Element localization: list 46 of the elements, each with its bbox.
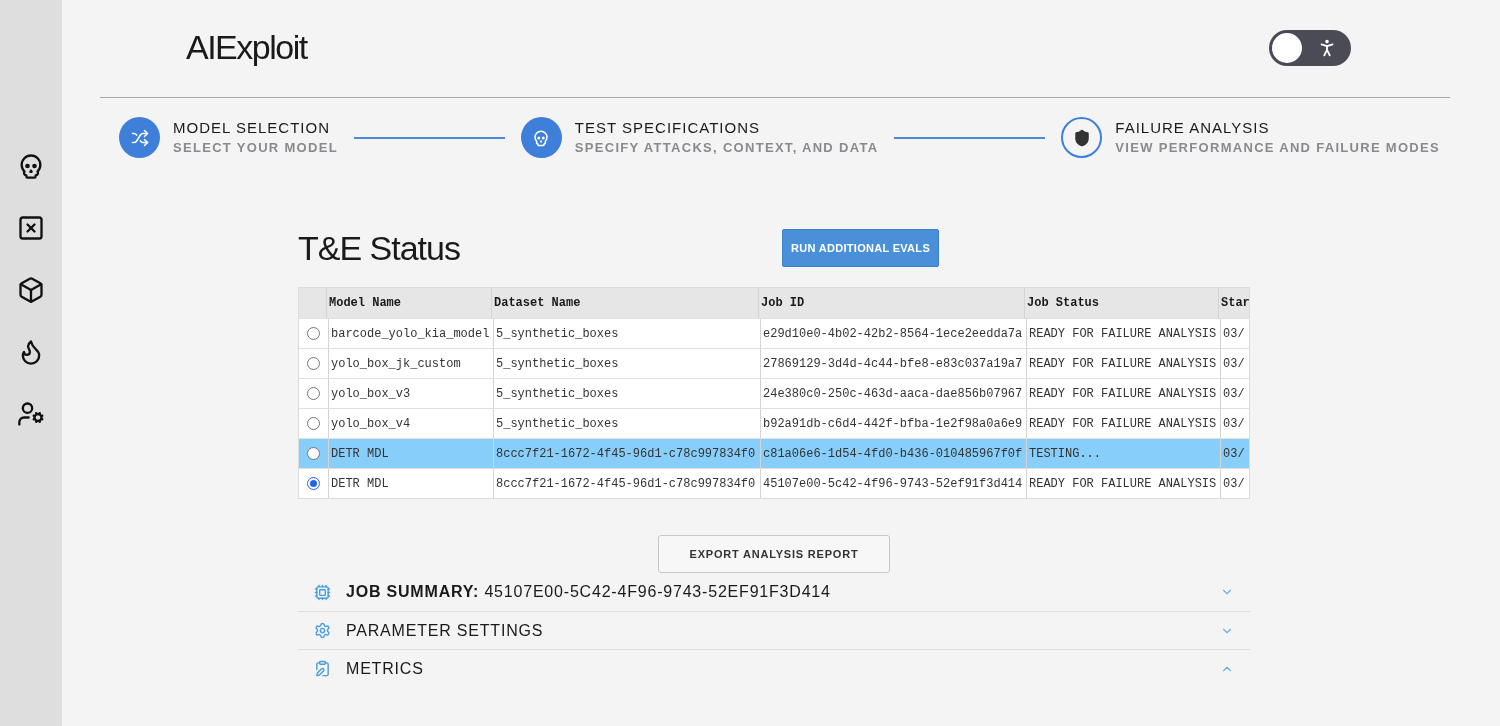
table-row[interactable]: yolo_box_jk_custom 5_synthetic_boxes 27869129-3d4d-4c44-bfe8-e83c037a19a7 READY FOR FAILURE ANALYSIS 03/: [299, 348, 1249, 378]
chip-icon: [314, 583, 331, 601]
skull-icon: [532, 128, 551, 147]
column-header: Star: [1220, 295, 1249, 312]
table-row[interactable]: DETR MDL 8ccc7f21-1672-4f45-96d1-c78c997834f0 c81a06e6-1d54-4fd0-b436-010485967f0f TESTING... 03/: [299, 438, 1249, 468]
radio-button[interactable]: [307, 417, 320, 430]
export-report-button[interactable]: EXPORT ANALYSIS REPORT: [658, 535, 890, 573]
shield-icon: [1072, 128, 1091, 147]
table-cell-text: 03/: [1222, 445, 1246, 463]
mode-toggle[interactable]: [1269, 29, 1351, 66]
step-title: MODEL SELECTION: [173, 117, 331, 138]
table-row[interactable]: yolo_box_v4 5_synthetic_boxes b92a91db-c6d4-442f-bfba-1e2f98a0a6e9 READY FOR FAILURE ANALYSIS 03/: [299, 408, 1249, 438]
table-row[interactable]: yolo_box_v3 5_synthetic_boxes 24e380c0-250c-463d-aaca-dae856b07967 READY FOR FAILURE ANALYSIS 03/: [299, 378, 1249, 408]
radio-button[interactable]: [307, 477, 320, 490]
clipboard-icon: [314, 660, 331, 677]
table-cell: 45107e00-5c42-4f96-9743-52ef91f3d414: [761, 469, 1027, 498]
radio-button[interactable]: [307, 387, 320, 400]
app-logo: AIExploit: [186, 27, 307, 68]
table-row[interactable]: DETR MDL 8ccc7f21-1672-4f45-96d1-c78c997834f0 45107e00-5c42-4f96-9743-52ef91f3d414 READY FOR FAILURE ANALYSIS 03/: [299, 468, 1249, 498]
settings-icon: [314, 622, 331, 639]
accordion-header[interactable]: METRICS: [298, 649, 1250, 687]
step-subtitle: SELECT YOUR MODEL: [173, 138, 338, 157]
step-title: FAILURE ANALYSIS: [1115, 117, 1271, 138]
radio-button[interactable]: [307, 447, 320, 460]
table-cell: READY FOR FAILURE ANALYSIS: [1027, 469, 1221, 498]
table-cell-text: 03/: [1222, 325, 1246, 343]
table-cell-text: 03/: [1222, 415, 1246, 433]
radio-button[interactable]: [307, 357, 320, 370]
step-subtitle: SPECIFY ATTACKS, CONTEXT, AND DATA: [574, 138, 879, 157]
table-cell-text: 03/: [1222, 385, 1246, 403]
cube-icon[interactable]: [17, 276, 45, 304]
user-gear-icon[interactable]: [17, 400, 45, 428]
table-cell: DETR MDL: [329, 469, 494, 498]
table-cell: 8ccc7f21-1672-4f45-96d1-c78c997834f0: [494, 469, 761, 498]
crossing-arrows-icon: [130, 128, 149, 147]
step-subtitle: VIEW PERFORMANCE AND FAILURE MODES: [1115, 138, 1440, 157]
table-row[interactable]: barcode_yolo_kia_model 5_synthetic_boxes e29d10e0-4b02-42b2-8564-1ece2eedda7a READY FOR FAILURE ANALYSIS 03/: [299, 318, 1249, 348]
table-cell-text: 03/: [1222, 475, 1246, 493]
step-title: TEST SPECIFICATIONS: [574, 117, 761, 138]
accordion-header[interactable]: PARAMETER SETTINGS: [298, 611, 1250, 649]
table-cell-text: 03/: [1222, 355, 1246, 373]
accordion-header[interactable]: JOB SUMMARY: 45107E00-5C42-4F96-9743-52EF91F3D414: [298, 573, 1250, 611]
toggle-knob: [1272, 32, 1302, 63]
radio-button[interactable]: [307, 327, 320, 340]
status-title: T&E Status: [298, 227, 461, 269]
square-cross-icon[interactable]: [17, 214, 45, 242]
